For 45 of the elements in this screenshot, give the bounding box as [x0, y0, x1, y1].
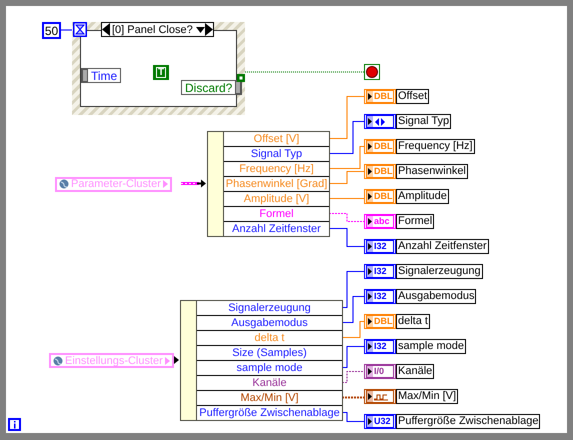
- control-label: Einstellungs-Cluster: [65, 354, 163, 366]
- control-label: Parameter-Cluster: [71, 178, 161, 190]
- element-row: Offset [V]: [224, 132, 329, 147]
- indicator-label: Anzahl Zeitfenster: [396, 239, 489, 254]
- indicator-label: Formel: [396, 214, 434, 229]
- indicator-label: Amplitude: [396, 189, 449, 204]
- indicator-label: Kanäle: [396, 364, 434, 379]
- indicator-label: Signal Typ: [396, 114, 452, 129]
- indicator-terminal[interactable]: I/0: [364, 364, 396, 379]
- boolean-constant[interactable]: T: [153, 65, 169, 80]
- element-row: sample mode: [197, 361, 342, 376]
- element-row: Formel: [224, 207, 329, 222]
- element-row: Frequency [Hz]: [224, 162, 329, 177]
- element-row: Ausgabemodus: [197, 316, 342, 331]
- element-row: Max/Min [V]: [197, 391, 342, 406]
- indicator-label: Offset: [396, 89, 430, 104]
- indicator-terminal[interactable]: I32: [364, 239, 396, 254]
- indicator-terminal[interactable]: I32: [364, 289, 396, 304]
- numeric-constant[interactable]: 50: [42, 22, 61, 39]
- element-row: Kanäle: [197, 376, 342, 391]
- element-row: Amplitude [V]: [224, 192, 329, 207]
- indicator-label: delta t: [396, 314, 430, 329]
- unbundle-by-name-node[interactable]: Offset [V] Signal Typ Frequency [Hz] Phasenwinkel [Grad] Amplitude [V] Formel Anzahl Zeitfenster: [207, 131, 330, 237]
- indicator-label: Max/Min [V]: [396, 389, 458, 404]
- indicator-label: Phasenwinkel: [396, 164, 468, 179]
- indicator-label: Ausgabemodus: [396, 289, 476, 304]
- indicator-label: Signalerzeugung: [396, 264, 483, 279]
- element-row: Size (Samples): [197, 346, 342, 361]
- indicator-label: sample mode: [396, 339, 466, 354]
- element-row-text: Puffergröße Zwischenablage: [198, 406, 341, 420]
- element-row: delta t: [197, 331, 342, 346]
- indicator-label: Puffergröße Zwischenablage: [396, 414, 540, 429]
- indicator-terminal[interactable]: I32: [364, 264, 396, 279]
- indicator-label: Frequency [Hz]: [396, 139, 475, 154]
- unbundle-by-name-node[interactable]: Signalerzeugung Ausgabemodus delta t Size (Samples) sample mode Kanäle Max/Min [V] Puffergröße Zwischenablage: [180, 300, 343, 421]
- element-row: Signal Typ: [224, 147, 329, 162]
- element-row: Signalerzeugung: [197, 301, 342, 316]
- indicator-terminal[interactable]: I32: [364, 339, 396, 354]
- case-label: [0] Panel Close?: [111, 24, 194, 36]
- element-row-text: Anzahl Zeitfenster: [231, 222, 322, 236]
- event-case-selector[interactable]: [0] Panel Close?: [101, 22, 214, 37]
- element-row: Phasenwinkel [Grad]: [224, 177, 329, 192]
- event-data-node: Time: [81, 68, 122, 83]
- event-filter-node: Discard?: [181, 80, 242, 95]
- indicator-terminal[interactable]: U32: [364, 414, 396, 429]
